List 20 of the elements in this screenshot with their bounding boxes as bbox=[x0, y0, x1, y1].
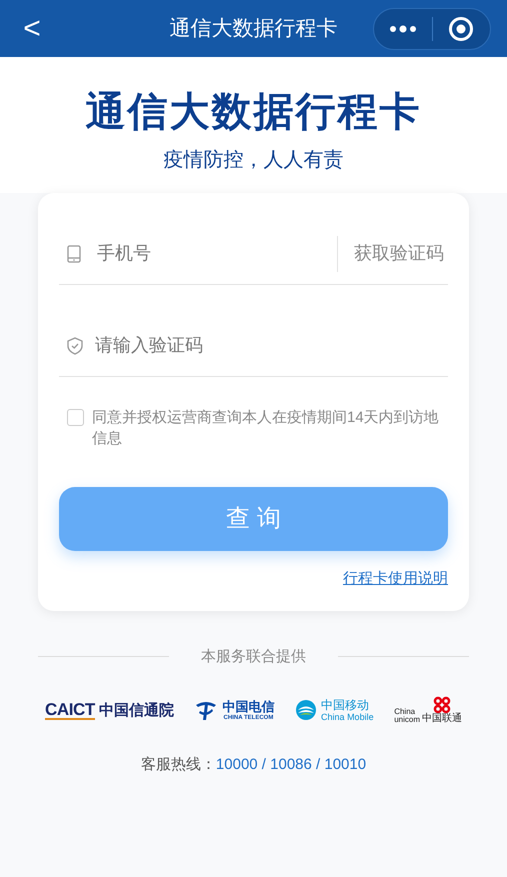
logo-text: 中国移动 bbox=[321, 698, 370, 710]
help-link[interactable]: 行程卡使用说明 bbox=[343, 568, 448, 590]
hotline-label: 客服热线： bbox=[140, 755, 216, 775]
code-field[interactable]: 请输入验证码 bbox=[95, 332, 448, 359]
consent-text: 同意并授权运营商查询本人在疫情期间14天内到访地信息 bbox=[92, 408, 440, 449]
get-code-button[interactable]: 获取验证码 bbox=[354, 240, 448, 267]
logo-text: China Mobile bbox=[321, 712, 374, 722]
logo-text: 中国信通院 bbox=[98, 702, 174, 718]
hotline-numbers: 10000 / 10086 / 10010 bbox=[216, 755, 366, 775]
phone-field[interactable]: 手机号 bbox=[97, 240, 321, 267]
logo-text: unicom bbox=[394, 716, 420, 724]
logo-text: 中国电信 bbox=[222, 700, 274, 712]
logo-text: China bbox=[394, 708, 416, 716]
back-button[interactable]: < bbox=[16, 14, 48, 44]
providers-heading: 本服务联合提供 bbox=[201, 646, 306, 666]
logo-text: 中国联通 bbox=[422, 714, 462, 724]
hero-title: 通信大数据行程卡 bbox=[86, 89, 422, 136]
hero-subtitle: 疫情防控，人人有责 bbox=[164, 148, 344, 173]
logo-text: CAICT bbox=[45, 700, 95, 720]
nav-title: 通信大数据行程卡 bbox=[170, 16, 338, 42]
